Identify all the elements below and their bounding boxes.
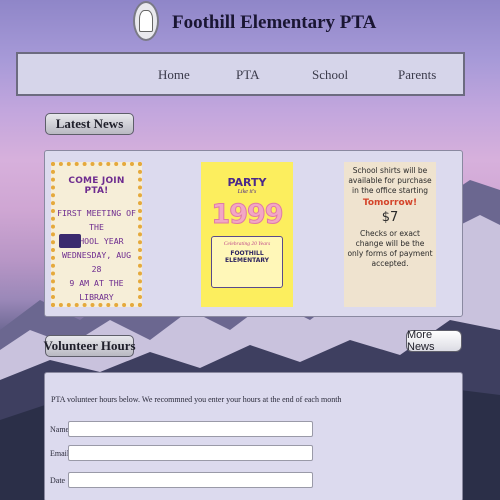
email-label: Email xyxy=(50,449,70,458)
date-label: Date xyxy=(50,476,66,485)
megaphone-icon xyxy=(59,234,81,248)
card-school: FOOTHILL ELEMENTARY xyxy=(224,250,270,264)
volunteer-form: PTA volunteer hours below. We recommned … xyxy=(44,372,463,500)
school-seal-icon[interactable] xyxy=(133,1,159,41)
card-line: 9 AM AT THE LIBRARY xyxy=(69,278,124,302)
news-card-party[interactable]: PARTY Like it's 1999 Celebrating 20 Year… xyxy=(201,162,293,307)
name-field[interactable] xyxy=(68,421,313,437)
news-card-pta-meeting[interactable]: COME JOIN PTA! FIRST MEETING OF THE SCHO… xyxy=(51,162,142,307)
volunteer-hours-heading: Volunteer Hours xyxy=(43,335,136,357)
card-price: $7 xyxy=(381,210,399,225)
card-line: WEDNESDAY, AUG 28 xyxy=(61,250,131,274)
date-field[interactable] xyxy=(68,472,313,488)
card-footer: Checks or exact change will be the only … xyxy=(347,229,433,268)
volunteer-intro: PTA volunteer hours below. We recommned … xyxy=(51,395,342,404)
site-header: Foothill Elementary PTA xyxy=(0,0,500,50)
more-news-button[interactable]: More News xyxy=(406,329,462,353)
main-navbar: Home PTA School Parents xyxy=(16,52,465,96)
site-title: Foothill Elementary PTA xyxy=(172,12,377,33)
name-label: Name xyxy=(50,425,70,434)
card-title: COME JOIN PTA! xyxy=(68,176,125,196)
email-field[interactable] xyxy=(68,445,313,461)
card-body: School shirts will be available for purc… xyxy=(348,166,432,195)
news-panel: COME JOIN PTA! FIRST MEETING OF THE SCHO… xyxy=(44,150,463,317)
news-card-shirts[interactable]: School shirts will be available for purc… xyxy=(344,162,436,307)
card-subtitle: Like it's xyxy=(237,189,257,195)
card-title: PARTY xyxy=(227,176,267,189)
latest-news-heading: Latest News xyxy=(45,113,134,135)
nav-parents[interactable]: Parents xyxy=(398,67,436,83)
card-body: FIRST MEETING OF THE SCHOOL YEAR WEDNESD… xyxy=(57,206,136,303)
cake-icon: Celebrating 20 Years FOOTHILL ELEMENTARY xyxy=(211,236,283,288)
card-line: FIRST MEETING OF THE xyxy=(57,208,136,232)
card-highlight: Tomorrow! xyxy=(362,198,418,208)
nav-school[interactable]: School xyxy=(312,67,348,83)
nav-pta[interactable]: PTA xyxy=(236,67,260,83)
nav-home[interactable]: Home xyxy=(158,67,190,83)
card-tagline: Celebrating 20 Years xyxy=(223,241,271,247)
card-year: 1999 xyxy=(211,199,284,231)
